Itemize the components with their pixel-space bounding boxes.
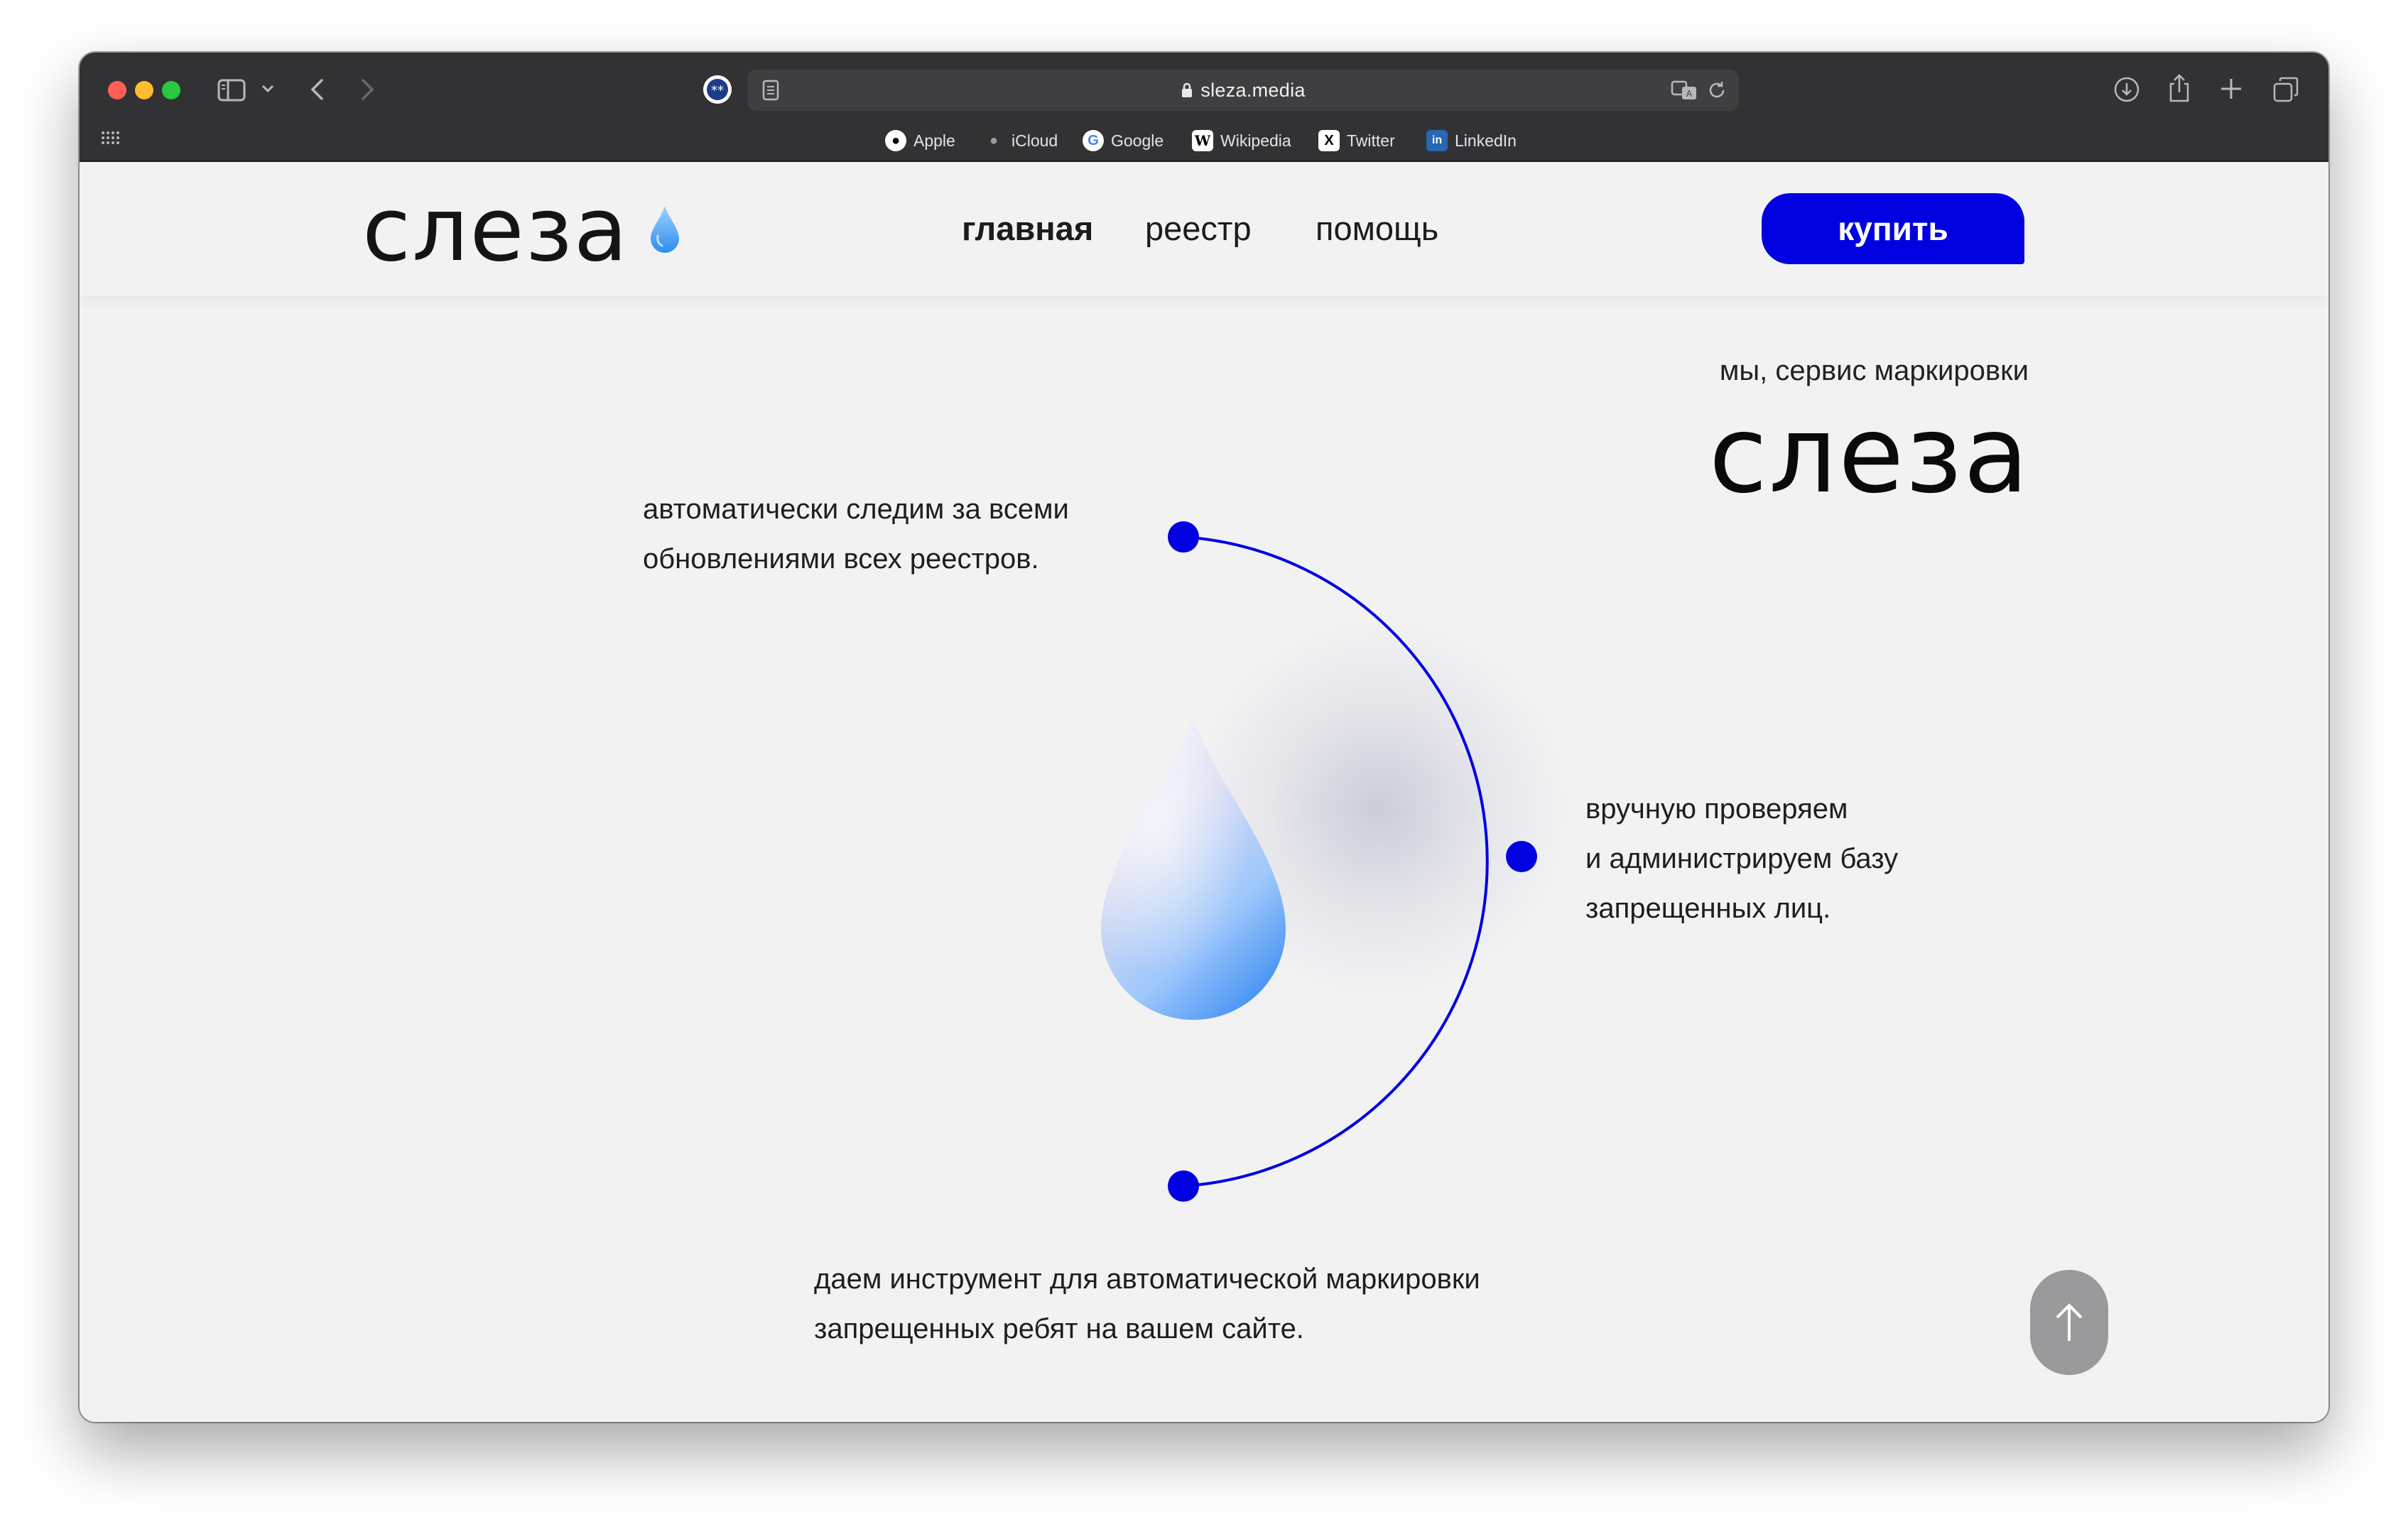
browser-window: ** sleza.media A ● Apple ● iCloud G Goog… (80, 53, 2328, 1422)
site-logo[interactable]: слеза (362, 173, 629, 287)
feature-line: даем инструмент для автоматической марки… (814, 1264, 1480, 1295)
bookmark-label: Google (1111, 131, 1164, 150)
arc-point-2 (1506, 841, 1537, 872)
url-display: sleza.media (747, 80, 1739, 102)
address-bar[interactable]: sleza.media A (747, 70, 1739, 111)
chevron-down-icon[interactable] (260, 81, 276, 97)
lock-icon (1181, 80, 1193, 102)
feature-manual-check: вручную проверяем и администрируем базу … (1585, 784, 1898, 933)
bookmark-label: iCloud (1012, 131, 1058, 150)
apple-icon: ● (989, 132, 999, 148)
feature-line: обновлениями всех реестров. (643, 543, 1039, 575)
process-arc (1168, 521, 1537, 1202)
apps-grid-icon[interactable] (101, 131, 119, 145)
back-arrow-icon[interactable] (308, 77, 327, 102)
svg-text:**: ** (711, 83, 724, 98)
feature-line: запрещенных лиц. (1585, 893, 1831, 924)
downloads-icon[interactable] (2113, 75, 2141, 104)
linkedin-icon: in (1426, 130, 1448, 151)
feature-line: автоматически следим за всеми (643, 494, 1069, 525)
browser-toolbar: ** sleza.media A ● Apple ● iCloud G Goog… (80, 53, 2328, 162)
feature-line: вручную проверяем (1585, 793, 1848, 825)
arc-point-1 (1168, 521, 1199, 553)
forward-arrow-icon[interactable] (358, 77, 376, 102)
web-page: слеза главная реестр помощь купить мы, с… (80, 162, 2328, 1422)
reload-icon[interactable] (1706, 80, 1728, 104)
arc-point-3 (1168, 1170, 1199, 1202)
apple-icon: ● (885, 130, 906, 151)
buy-button[interactable]: купить (1762, 193, 2024, 264)
bookmark-label: LinkedIn (1455, 131, 1517, 150)
extension-icon[interactable]: ** (702, 74, 733, 105)
drop-icon (648, 203, 682, 258)
scroll-to-top-button[interactable] (2030, 1270, 2108, 1375)
sidebar-toggle-icon[interactable] (217, 78, 246, 102)
feature-line: запрещенных ребят на вашем сайте. (814, 1313, 1304, 1344)
x-icon: X (1318, 130, 1340, 151)
feature-line: и администрируем базу (1585, 843, 1899, 874)
bookmark-icloud[interactable]: ● iCloud (983, 128, 1058, 153)
bookmark-label: Twitter (1347, 131, 1395, 150)
bookmark-google[interactable]: G Google (1083, 128, 1164, 153)
nav-help[interactable]: помощь (1316, 209, 1438, 248)
feature-monitoring: автоматически следим за всеми обновления… (643, 484, 1069, 584)
nav-registry[interactable]: реестр (1145, 209, 1252, 248)
close-window-button[interactable] (108, 81, 126, 99)
url-text: sleza.media (1200, 80, 1306, 101)
new-tab-icon[interactable] (2219, 77, 2243, 101)
feature-tool: даем инструмент для автоматической марки… (814, 1254, 1480, 1354)
svg-text:A: A (1686, 89, 1693, 99)
bookmark-twitter[interactable]: X Twitter (1318, 128, 1395, 153)
bookmark-label: Apple (913, 131, 955, 150)
bookmark-label: Wikipedia (1220, 131, 1291, 150)
site-header: слеза главная реестр помощь купить (80, 162, 2328, 295)
bookmarks-bar: ● Apple ● iCloud G Google W Wikipedia X … (80, 122, 2328, 158)
translate-icon[interactable]: A (1671, 80, 1699, 104)
zoom-window-button[interactable] (162, 81, 180, 99)
google-icon: G (1083, 130, 1104, 151)
bookmark-wikipedia[interactable]: W Wikipedia (1192, 128, 1291, 153)
bookmark-linkedin[interactable]: in LinkedIn (1426, 128, 1517, 153)
share-icon[interactable] (2166, 72, 2192, 104)
nav-home[interactable]: главная (962, 209, 1093, 248)
arrow-up-icon (2056, 1303, 2083, 1341)
wikipedia-icon: W (1192, 130, 1213, 151)
bookmark-apple[interactable]: ● Apple (885, 128, 955, 153)
minimize-window-button[interactable] (135, 81, 153, 99)
tab-overview-icon[interactable] (2272, 75, 2300, 104)
